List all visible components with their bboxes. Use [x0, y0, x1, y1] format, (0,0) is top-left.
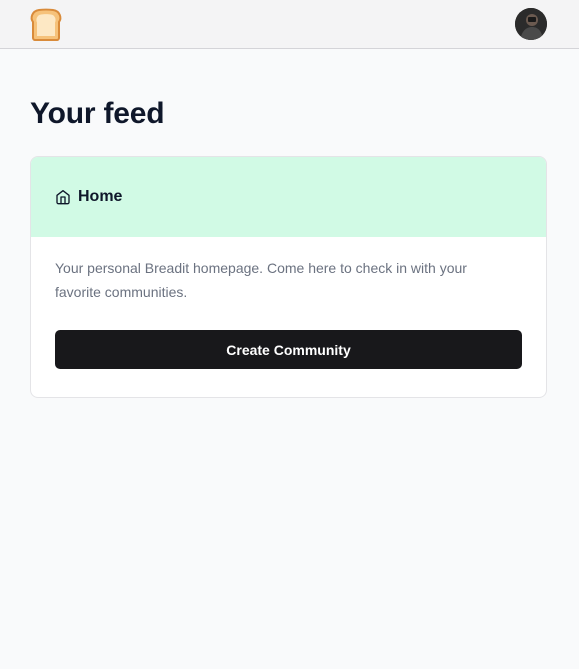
- avatar-image: [515, 8, 547, 40]
- home-card-title: Home: [78, 188, 123, 205]
- page-title: Your feed: [30, 97, 165, 130]
- home-icon: [56, 190, 70, 205]
- navbar: [0, 0, 579, 49]
- bread-icon[interactable]: [29, 7, 63, 41]
- create-community-button[interactable]: Create Community: [55, 330, 522, 369]
- user-avatar[interactable]: [515, 8, 547, 40]
- home-card-description: Your personal Breadit homepage. Come her…: [55, 260, 467, 300]
- home-card-header: Home: [31, 157, 546, 237]
- home-card: Home Your personal Breadit homepage. Com…: [30, 156, 547, 398]
